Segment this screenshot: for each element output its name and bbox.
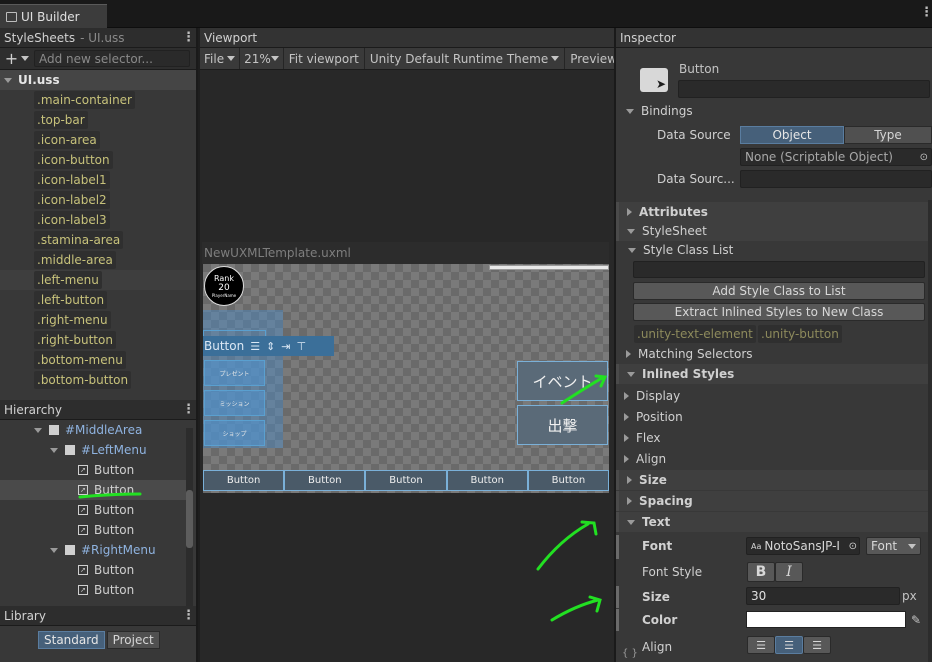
annotation-arrow-low — [550, 595, 602, 622]
annotation-arrow-top — [560, 374, 608, 405]
green-annotations — [78, 374, 608, 622]
annotation-arrow-mid — [536, 520, 598, 571]
annotation-underline — [78, 492, 142, 499]
